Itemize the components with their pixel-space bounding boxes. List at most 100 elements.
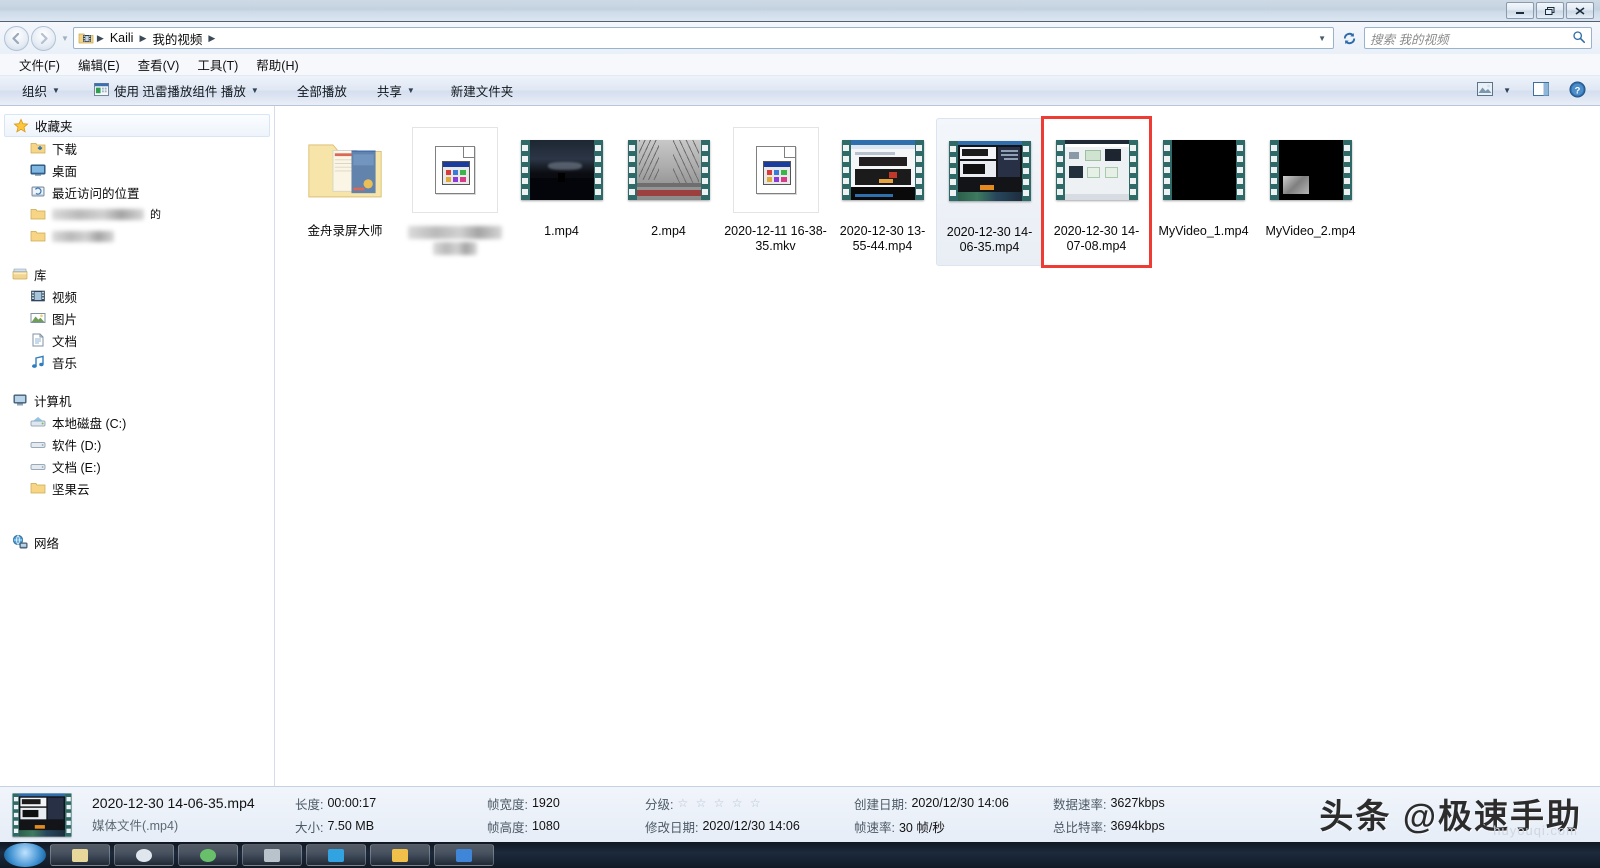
address-bar[interactable]: ▶ Kaili ▶ 我的视频 ▶ ▼ — [73, 27, 1334, 49]
file-item-redacted[interactable] — [401, 118, 508, 266]
file-item-video[interactable]: MyVideo_2.mp4 — [1257, 118, 1364, 266]
thumbnail — [1270, 122, 1352, 218]
details-value: 30 帧/秒 — [899, 817, 945, 836]
taskbar-item[interactable] — [178, 844, 238, 866]
sidebar-item-videos[interactable]: 视频 — [0, 285, 274, 307]
video-library-icon — [30, 288, 46, 304]
refresh-button[interactable] — [1338, 27, 1360, 49]
file-item-video[interactable]: MyVideo_1.mp4 — [1150, 118, 1257, 266]
music-library-icon — [30, 354, 46, 370]
file-list-view[interactable]: 金舟录屏大师 — [275, 106, 1600, 786]
sidebar-item-music[interactable]: 音乐 — [0, 351, 274, 373]
file-item-video[interactable]: 1.mp4 — [508, 118, 615, 266]
breadcrumb-separator[interactable]: ▶ — [207, 33, 216, 44]
start-button[interactable] — [4, 843, 46, 867]
new-folder-label: 新建文件夹 — [451, 81, 514, 100]
sidebar-item-jianguoyun[interactable]: 坚果云 — [0, 477, 274, 499]
thumbnail — [842, 122, 924, 218]
computer-icon — [12, 392, 28, 408]
details-key: 帧高度: — [487, 817, 528, 836]
sidebar-item-drive-e[interactable]: 文档 (E:) — [0, 455, 274, 477]
file-item-video[interactable]: 2.mp4 — [615, 118, 722, 266]
sidebar-item-label: 桌面 — [52, 161, 77, 180]
thumbnail — [628, 122, 710, 218]
menu-help[interactable]: 帮助(H) — [247, 53, 307, 76]
back-button[interactable] — [4, 26, 29, 51]
share-button[interactable]: 共享 ▼ — [367, 78, 425, 103]
window-glyph — [763, 161, 791, 185]
folder-icon — [307, 139, 383, 201]
breadcrumb-root[interactable]: Kaili — [105, 31, 139, 45]
folder-video-icon — [78, 30, 94, 46]
sidebar-item-downloads[interactable]: 下载 — [0, 137, 274, 159]
thumbnail — [1056, 122, 1138, 218]
sidebar-group-libraries[interactable]: 库 — [0, 263, 274, 285]
sidebar-item-recent-places[interactable]: 最近访问的位置 — [0, 181, 274, 203]
folder-icon — [30, 480, 46, 496]
recent-pages-dropdown[interactable]: ▼ — [61, 34, 69, 43]
sidebar-item-redacted-2[interactable] — [0, 225, 274, 247]
details-file-name: 2020-12-30 14-06-35.mp4 — [92, 795, 287, 811]
play-with-label: 使用 迅雷播放组件 播放 — [114, 81, 246, 100]
breadcrumb-current[interactable]: 我的视频 — [147, 29, 207, 48]
system-drive-icon — [30, 414, 46, 430]
details-value: 2020/12/30 14:06 — [702, 819, 799, 833]
taskbar-item[interactable] — [242, 844, 302, 866]
file-item-video-highlighted[interactable]: 2020-12-30 14-07-08.mp4 — [1043, 118, 1150, 266]
restore-button[interactable] — [1536, 2, 1564, 19]
folder-icon — [30, 206, 46, 222]
search-icon[interactable] — [1572, 30, 1586, 47]
help-button[interactable]: ? — [1563, 79, 1592, 103]
menu-file[interactable]: 文件(F) — [10, 53, 69, 76]
file-item-folder[interactable]: 金舟录屏大师 — [289, 118, 401, 266]
menu-edit[interactable]: 编辑(E) — [69, 53, 129, 76]
address-dropdown-caret[interactable]: ▼ — [1318, 34, 1326, 43]
new-folder-button[interactable]: 新建文件夹 — [441, 78, 524, 103]
sidebar-group-label: 库 — [34, 265, 47, 284]
menu-tools[interactable]: 工具(T) — [188, 53, 247, 76]
details-value: 7.50 MB — [327, 819, 374, 833]
organize-button[interactable]: 组织 ▼ — [12, 78, 70, 103]
sidebar-item-desktop[interactable]: 桌面 — [0, 159, 274, 181]
sidebar-group-network[interactable]: 网络 — [0, 531, 274, 553]
sidebar-item-label: 最近访问的位置 — [52, 183, 140, 202]
sidebar-group-label: 计算机 — [34, 391, 72, 410]
menu-view[interactable]: 查看(V) — [129, 53, 189, 76]
details-key: 帧宽度: — [487, 794, 528, 813]
taskbar-item[interactable] — [50, 844, 110, 866]
sidebar-item-redacted-1[interactable]: 的 — [0, 203, 274, 225]
file-name: 金舟录屏大师 — [307, 224, 382, 239]
search-box[interactable]: 搜索 我的视频 — [1364, 27, 1592, 49]
thumbnail — [949, 123, 1031, 219]
close-button[interactable] — [1566, 2, 1594, 19]
taskbar-item[interactable] — [370, 844, 430, 866]
file-name: MyVideo_1.mp4 — [1158, 224, 1248, 239]
navigation-pane[interactable]: 收藏夹 下载 桌面 最近访问的位置 — [0, 106, 275, 786]
rating-stars[interactable]: ☆ ☆ ☆ ☆ ☆ — [677, 796, 762, 810]
forward-button[interactable] — [31, 26, 56, 51]
play-all-button[interactable]: 全部播放 — [287, 78, 357, 103]
file-item-video[interactable]: 2020-12-30 13-55-44.mp4 — [829, 118, 936, 266]
sidebar-group-favorites[interactable]: 收藏夹 — [4, 114, 270, 137]
thumbnail — [1163, 122, 1245, 218]
sidebar-group-computer[interactable]: 计算机 — [0, 389, 274, 411]
chevron-down-icon[interactable]: ▼ — [1503, 86, 1511, 95]
search-input[interactable]: 搜索 我的视频 — [1370, 29, 1448, 48]
sidebar-item-drive-d[interactable]: 软件 (D:) — [0, 433, 274, 455]
views-button[interactable]: ▼ — [1471, 80, 1517, 101]
views-icon — [1477, 82, 1493, 99]
sidebar-item-documents[interactable]: 文档 — [0, 329, 274, 351]
preview-pane-button[interactable] — [1527, 80, 1555, 101]
play-with-button[interactable]: 使用 迅雷播放组件 播放 ▼ — [84, 78, 269, 103]
details-key: 数据速率: — [1053, 794, 1106, 813]
file-item-mkv[interactable]: 2020-12-11 16-38-35.mkv — [722, 118, 829, 266]
taskbar-item[interactable] — [434, 844, 494, 866]
taskbar-item[interactable] — [306, 844, 366, 866]
sidebar-item-pictures[interactable]: 图片 — [0, 307, 274, 329]
details-key: 帧速率: — [854, 817, 895, 836]
minimize-button[interactable] — [1506, 2, 1534, 19]
sidebar-item-drive-c[interactable]: 本地磁盘 (C:) — [0, 411, 274, 433]
taskbar[interactable] — [0, 842, 1600, 868]
file-item-video-selected[interactable]: 2020-12-30 14-06-35.mp4 — [936, 118, 1043, 266]
taskbar-item[interactable] — [114, 844, 174, 866]
